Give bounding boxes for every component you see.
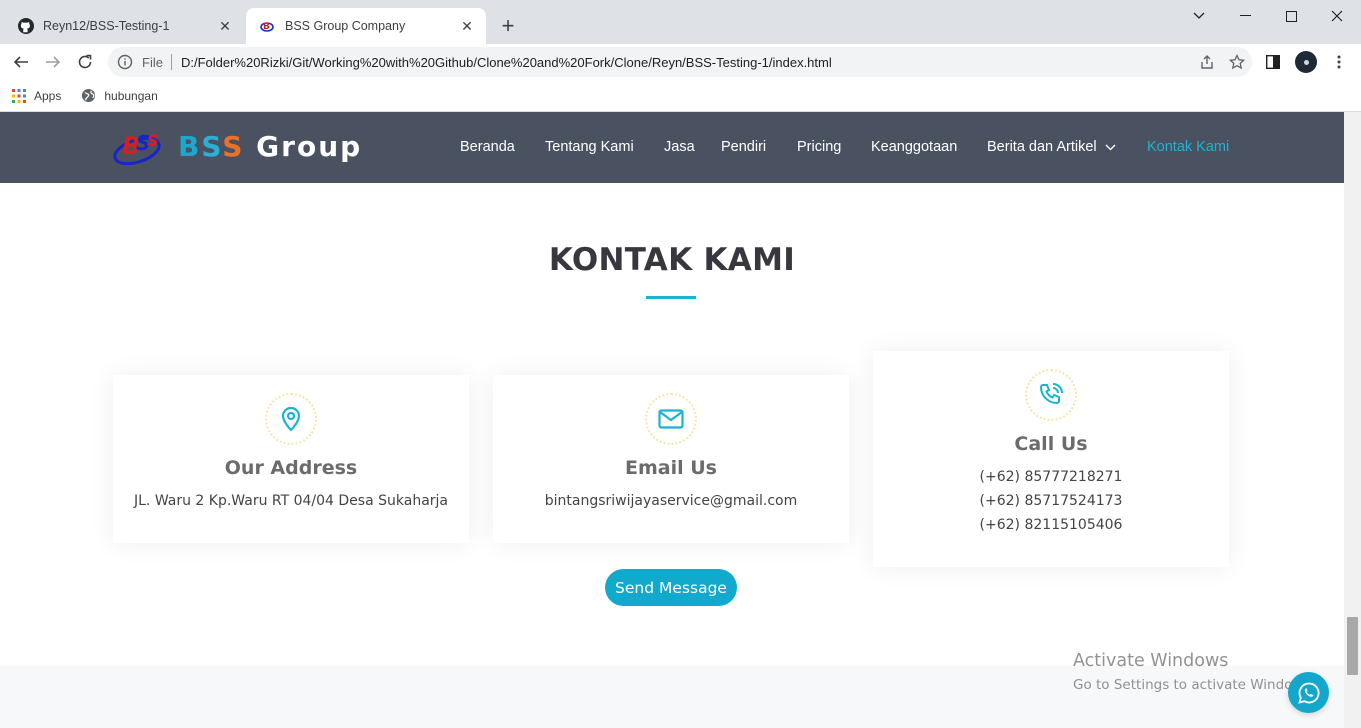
title-underline bbox=[646, 296, 696, 299]
address-text: JL. Waru 2 Kp.Waru RT 04/04 Desa Sukahar… bbox=[133, 493, 448, 509]
nav-pricing[interactable]: Pricing bbox=[797, 139, 841, 155]
site-info-icon[interactable] bbox=[117, 54, 137, 70]
url-scheme: File bbox=[142, 54, 163, 70]
bookmarks-bar: Apps hubungan bbox=[0, 80, 1361, 112]
minimize-icon[interactable] bbox=[1222, 0, 1268, 32]
close-tab-icon[interactable]: ✕ bbox=[458, 17, 476, 35]
chevron-down-icon bbox=[1105, 144, 1116, 151]
close-tab-icon[interactable]: ✕ bbox=[216, 17, 234, 35]
tab-title: BSS Group Company bbox=[285, 19, 406, 33]
activate-subtitle: Go to Settings to activate Windows. bbox=[1073, 677, 1315, 693]
back-arrow-icon[interactable] bbox=[7, 48, 35, 76]
site-header: B S S BSS Group Beranda Tentang Kami Jas… bbox=[0, 112, 1344, 183]
reload-icon[interactable] bbox=[71, 48, 99, 76]
nav-keanggotaan[interactable]: Keanggotaan bbox=[871, 139, 957, 155]
bookmark-hubungan[interactable]: hubungan bbox=[81, 88, 158, 103]
new-tab-button[interactable]: + bbox=[496, 13, 520, 38]
card-heading: Email Us bbox=[625, 457, 717, 479]
browser-toolbar: File D:/Folder%20Rizki/Git/Working%20wit… bbox=[0, 44, 1361, 80]
side-panel-icon[interactable] bbox=[1259, 48, 1287, 76]
forward-arrow-icon[interactable] bbox=[39, 48, 67, 76]
scrollbar-thumb[interactable] bbox=[1347, 617, 1358, 675]
map-pin-icon bbox=[265, 393, 317, 445]
section-title: KONTAK KAMI bbox=[548, 242, 796, 278]
phone-call-icon bbox=[1025, 369, 1077, 421]
phone-number[interactable]: (+62) 85717524173 bbox=[873, 489, 1229, 513]
phone-number[interactable]: (+62) 85777218271 bbox=[873, 465, 1229, 489]
bookmark-apps[interactable]: Apps bbox=[12, 88, 62, 103]
nav-beranda[interactable]: Beranda bbox=[460, 139, 515, 155]
bookmark-label: hubungan bbox=[104, 88, 158, 103]
address-bar[interactable]: File D:/Folder%20Rizki/Git/Working%20wit… bbox=[108, 47, 1252, 77]
url-separator bbox=[170, 54, 172, 70]
email-card: Email Us bintangsriwijayaservice@gmail.c… bbox=[493, 375, 849, 543]
nav-label: Berita dan Artikel bbox=[987, 139, 1097, 155]
svg-text:S: S bbox=[147, 131, 159, 150]
apps-grid-icon bbox=[12, 88, 26, 103]
nav-jasa[interactable]: Jasa bbox=[664, 139, 695, 155]
page-scrollbar[interactable] bbox=[1344, 112, 1361, 728]
nav-pendiri[interactable]: Pendiri bbox=[721, 139, 766, 155]
email-text[interactable]: bintangsriwijayaservice@gmail.com bbox=[493, 489, 849, 513]
nav-berita-dan-artikel[interactable]: Berita dan Artikel bbox=[987, 139, 1116, 155]
profile-avatar[interactable] bbox=[1292, 48, 1320, 76]
bookmark-star-icon[interactable] bbox=[1222, 54, 1252, 70]
svg-text:B: B bbox=[263, 22, 270, 32]
envelope-icon bbox=[645, 393, 697, 445]
globe-icon bbox=[81, 88, 96, 103]
activate-title: Activate Windows bbox=[1073, 651, 1229, 671]
bss-logo-mark-icon: B S S bbox=[113, 131, 161, 166]
whatsapp-icon bbox=[1297, 682, 1319, 704]
close-window-icon[interactable] bbox=[1314, 0, 1360, 32]
nav-tentang-kami[interactable]: Tentang Kami bbox=[545, 139, 634, 155]
url-text[interactable]: D:/Folder%20Rizki/Git/Working%20with%20G… bbox=[181, 55, 1192, 70]
tab-github[interactable]: Reyn12/BSS-Testing-1 ✕ bbox=[4, 8, 244, 44]
share-icon[interactable] bbox=[1192, 54, 1222, 70]
browser-tab-bar: Reyn12/BSS-Testing-1 ✕ B BSS Group Compa… bbox=[0, 0, 1361, 44]
card-heading: Our Address bbox=[224, 457, 358, 479]
tab-search-chevron-icon[interactable] bbox=[1176, 0, 1222, 32]
nav-kontak-kami[interactable]: Kontak Kami bbox=[1147, 139, 1229, 155]
activate-windows-watermark: Activate Windows Go to Settings to activ… bbox=[1073, 651, 1315, 693]
address-card: Our Address JL. Waru 2 Kp.Waru RT 04/04 … bbox=[113, 375, 469, 543]
page-viewport: B S S BSS Group Beranda Tentang Kami Jas… bbox=[0, 112, 1344, 728]
whatsapp-float-button[interactable] bbox=[1288, 672, 1329, 713]
send-message-button[interactable]: Send Message bbox=[605, 569, 737, 606]
tab-bss-group[interactable]: B BSS Group Company ✕ bbox=[246, 8, 486, 44]
bookmark-label: Apps bbox=[34, 88, 62, 103]
github-icon bbox=[18, 18, 34, 34]
logo-text: BSS Group bbox=[178, 129, 363, 163]
call-card: Call Us (+62) 85777218271 (+62) 85717524… bbox=[873, 351, 1229, 567]
tab-title: Reyn12/BSS-Testing-1 bbox=[43, 19, 170, 33]
phone-number[interactable]: (+62) 82115105406 bbox=[873, 513, 1229, 537]
menu-kebab-icon[interactable] bbox=[1325, 48, 1353, 76]
bss-logo-icon: B bbox=[260, 18, 276, 34]
maximize-icon[interactable] bbox=[1268, 0, 1314, 32]
site-logo[interactable]: B S S BSS Group bbox=[112, 124, 362, 168]
card-heading: Call Us bbox=[1014, 433, 1088, 455]
